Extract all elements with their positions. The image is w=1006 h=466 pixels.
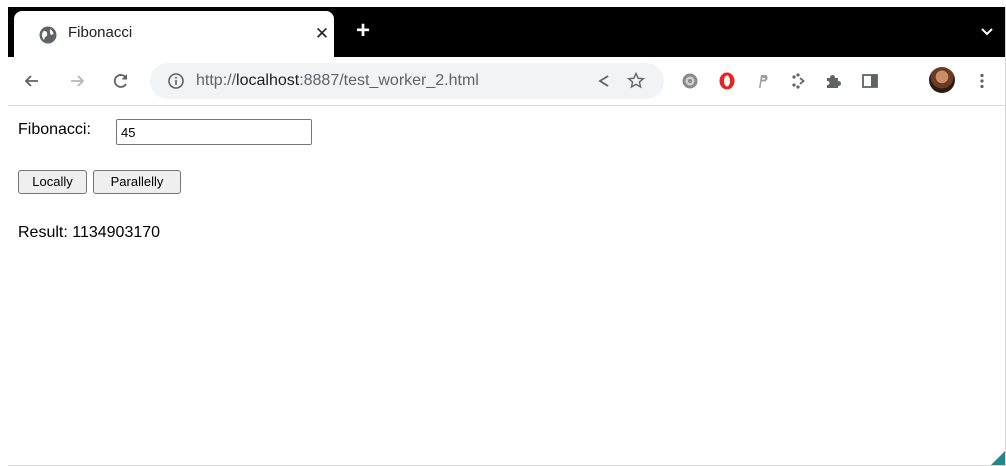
address-bar[interactable]: http://localhost:8887/test_worker_2.html [150, 63, 664, 99]
reload-icon[interactable] [111, 71, 131, 91]
star-icon[interactable] [626, 71, 646, 91]
fibonacci-input[interactable] [116, 119, 312, 145]
new-tab-icon[interactable]: + [352, 19, 374, 43]
back-icon[interactable] [22, 71, 42, 91]
tab-search-icon[interactable] [977, 21, 997, 41]
page-content: Fibonacci: Locally Parallelly Result: 11… [8, 106, 1005, 465]
browser-window: Fibonacci ✕ + http://localhost:8887/test… [8, 7, 1006, 466]
globe-icon [39, 26, 57, 44]
url-path: :8887/test_worker_2.html [299, 72, 479, 89]
puzzle-icon[interactable] [823, 71, 843, 91]
url-text[interactable]: http://localhost:8887/test_worker_2.html [196, 72, 479, 90]
close-tab-icon[interactable]: ✕ [311, 23, 333, 45]
url-scheme: http:// [196, 72, 237, 89]
profile-avatar[interactable] [929, 67, 955, 93]
window-corner [991, 451, 1005, 465]
extension-dots-icon[interactable] [788, 71, 808, 91]
info-icon[interactable] [166, 71, 186, 91]
forward-icon[interactable] [67, 71, 87, 91]
url-host: localhost [236, 72, 300, 89]
tab-title: Fibonacci [68, 24, 133, 41]
extension-gear-icon[interactable] [680, 71, 700, 91]
share-icon[interactable] [594, 71, 614, 91]
fibonacci-label: Fibonacci: [18, 121, 91, 138]
extension-p-icon[interactable] [752, 71, 772, 91]
opera-icon[interactable] [717, 71, 737, 91]
browser-toolbar: http://localhost:8887/test_worker_2.html [8, 57, 1005, 106]
result-text: Result: 1134903170 [18, 224, 161, 241]
locally-button[interactable]: Locally [18, 170, 87, 194]
side-panel-icon[interactable] [860, 71, 880, 91]
parallelly-button[interactable]: Parallelly [93, 170, 181, 194]
tab-strip: Fibonacci ✕ + [8, 7, 1005, 57]
tab-fibonacci[interactable]: Fibonacci ✕ [14, 11, 334, 57]
menu-icon[interactable] [972, 71, 992, 91]
